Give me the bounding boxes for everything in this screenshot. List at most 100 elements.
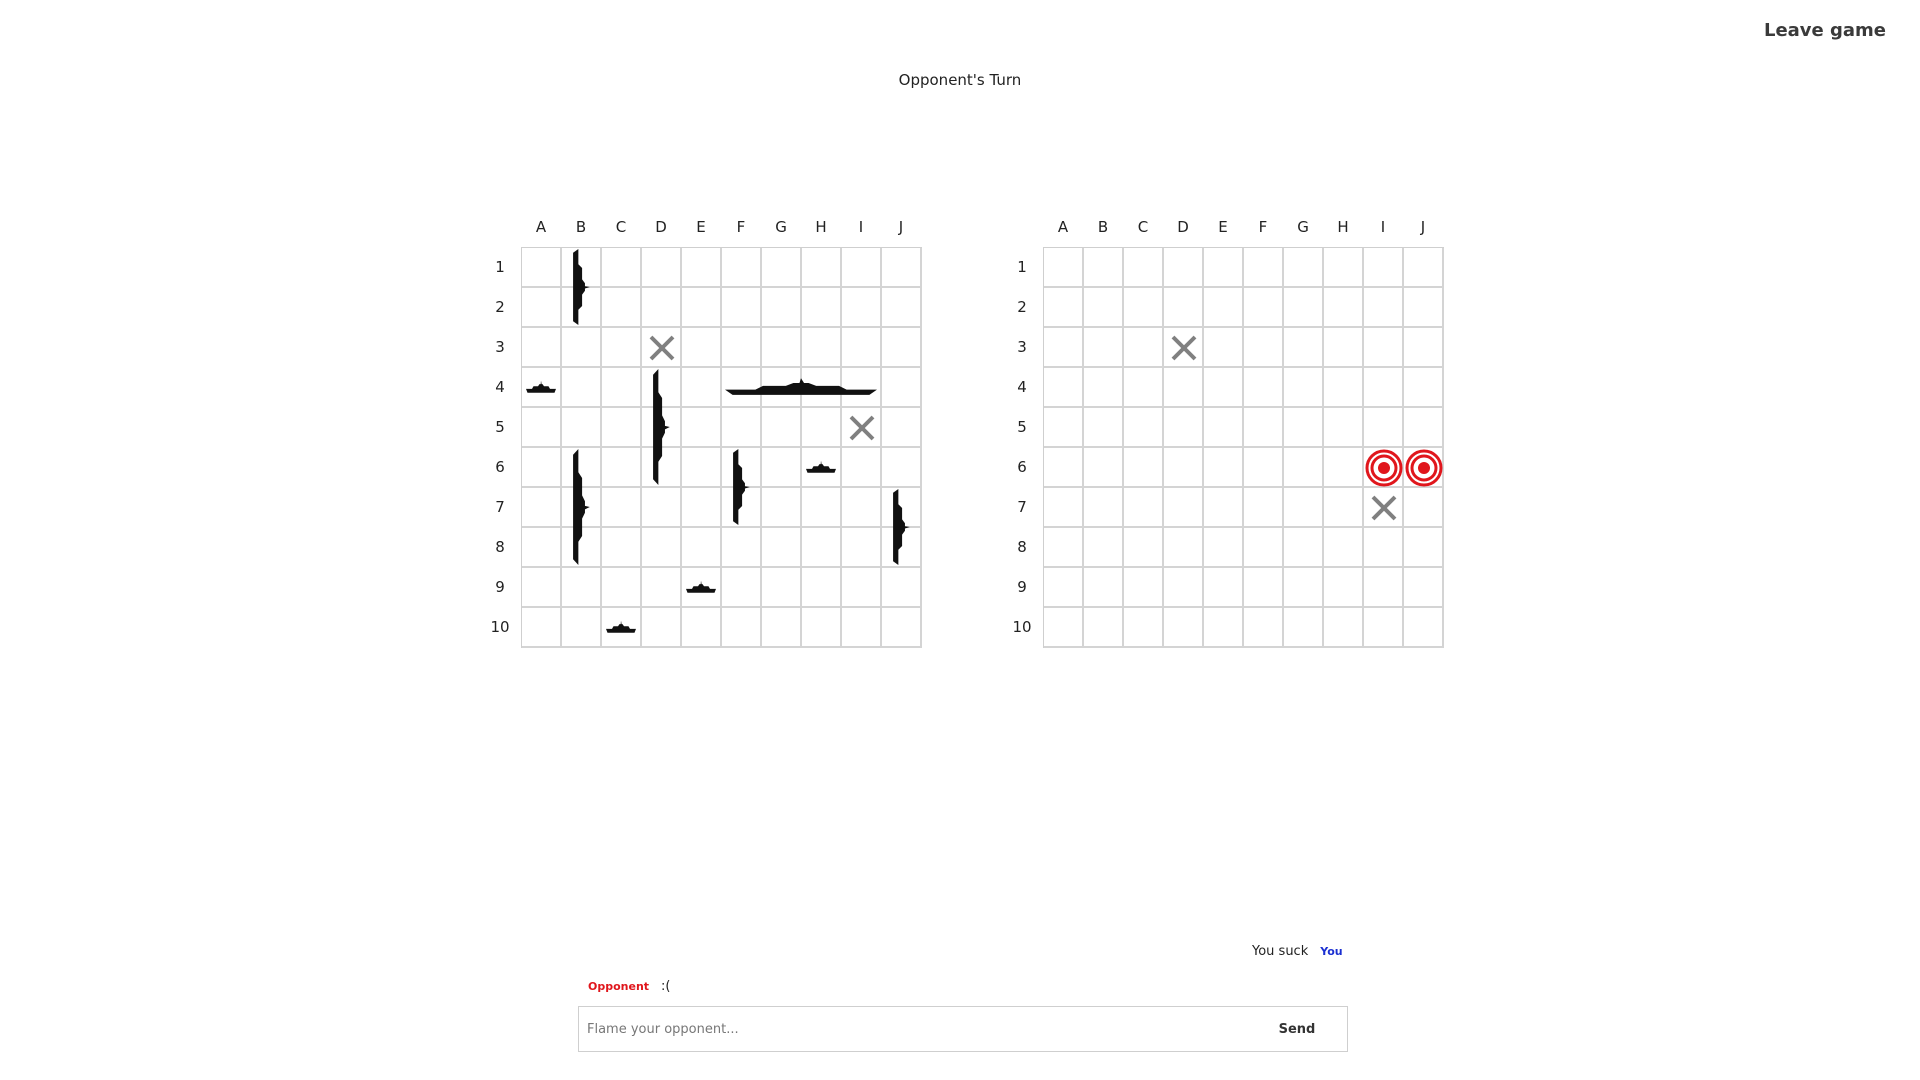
opponent-cell-d3[interactable] (1164, 328, 1204, 368)
opponent-cell-g9[interactable] (1284, 568, 1324, 608)
opponent-cell-f6[interactable] (1244, 448, 1284, 488)
opponent-cell-c8[interactable] (1124, 528, 1164, 568)
opponent-cell-b4[interactable] (1084, 368, 1124, 408)
opponent-cell-g6[interactable] (1284, 448, 1324, 488)
opponent-cell-h4[interactable] (1324, 368, 1364, 408)
opponent-cell-a2[interactable] (1044, 288, 1084, 328)
opponent-cell-j6[interactable] (1404, 448, 1444, 488)
opponent-cell-e2[interactable] (1204, 288, 1244, 328)
opponent-cell-a9[interactable] (1044, 568, 1084, 608)
opponent-cell-g8[interactable] (1284, 528, 1324, 568)
opponent-cell-j2[interactable] (1404, 288, 1444, 328)
opponent-cell-j5[interactable] (1404, 408, 1444, 448)
opponent-cell-h2[interactable] (1324, 288, 1364, 328)
opponent-cell-f3[interactable] (1244, 328, 1284, 368)
opponent-cell-b7[interactable] (1084, 488, 1124, 528)
opponent-cell-d4[interactable] (1164, 368, 1204, 408)
opponent-cell-d9[interactable] (1164, 568, 1204, 608)
opponent-cell-a6[interactable] (1044, 448, 1084, 488)
opponent-cell-g3[interactable] (1284, 328, 1324, 368)
opponent-cell-d7[interactable] (1164, 488, 1204, 528)
opponent-cell-a4[interactable] (1044, 368, 1084, 408)
opponent-cell-j10[interactable] (1404, 608, 1444, 648)
opponent-cell-h5[interactable] (1324, 408, 1364, 448)
opponent-cell-j7[interactable] (1404, 488, 1444, 528)
opponent-cell-a8[interactable] (1044, 528, 1084, 568)
opponent-cell-d2[interactable] (1164, 288, 1204, 328)
opponent-cell-a10[interactable] (1044, 608, 1084, 648)
opponent-cell-c4[interactable] (1124, 368, 1164, 408)
opponent-cell-i7[interactable] (1364, 488, 1404, 528)
opponent-cell-b2[interactable] (1084, 288, 1124, 328)
opponent-cell-b1[interactable] (1084, 248, 1124, 288)
opponent-cell-c6[interactable] (1124, 448, 1164, 488)
opponent-cell-g10[interactable] (1284, 608, 1324, 648)
opponent-cell-f9[interactable] (1244, 568, 1284, 608)
opponent-cell-i5[interactable] (1364, 408, 1404, 448)
opponent-cell-g7[interactable] (1284, 488, 1324, 528)
opponent-cell-j9[interactable] (1404, 568, 1444, 608)
opponent-cell-e8[interactable] (1204, 528, 1244, 568)
opponent-cell-c1[interactable] (1124, 248, 1164, 288)
leave-game-button[interactable]: Leave game (1758, 16, 1892, 45)
opponent-cell-c10[interactable] (1124, 608, 1164, 648)
opponent-cell-e4[interactable] (1204, 368, 1244, 408)
opponent-cell-f2[interactable] (1244, 288, 1284, 328)
opponent-cell-c5[interactable] (1124, 408, 1164, 448)
opponent-cell-e10[interactable] (1204, 608, 1244, 648)
opponent-cell-e7[interactable] (1204, 488, 1244, 528)
opponent-cell-e9[interactable] (1204, 568, 1244, 608)
opponent-cell-f4[interactable] (1244, 368, 1284, 408)
chat-input[interactable] (579, 1007, 1247, 1051)
opponent-cell-a1[interactable] (1044, 248, 1084, 288)
opponent-cell-i1[interactable] (1364, 248, 1404, 288)
opponent-cell-g1[interactable] (1284, 248, 1324, 288)
opponent-cell-j3[interactable] (1404, 328, 1444, 368)
opponent-cell-c2[interactable] (1124, 288, 1164, 328)
opponent-cell-f5[interactable] (1244, 408, 1284, 448)
opponent-cell-e5[interactable] (1204, 408, 1244, 448)
opponent-cell-a7[interactable] (1044, 488, 1084, 528)
opponent-cell-i10[interactable] (1364, 608, 1404, 648)
opponent-cell-c9[interactable] (1124, 568, 1164, 608)
opponent-cell-j4[interactable] (1404, 368, 1444, 408)
opponent-cell-j8[interactable] (1404, 528, 1444, 568)
opponent-cell-b10[interactable] (1084, 608, 1124, 648)
opponent-cell-e1[interactable] (1204, 248, 1244, 288)
opponent-cell-h6[interactable] (1324, 448, 1364, 488)
opponent-cell-f8[interactable] (1244, 528, 1284, 568)
opponent-cell-a5[interactable] (1044, 408, 1084, 448)
send-button[interactable]: Send (1247, 1007, 1347, 1051)
opponent-cell-d5[interactable] (1164, 408, 1204, 448)
opponent-cell-d1[interactable] (1164, 248, 1204, 288)
opponent-cell-f10[interactable] (1244, 608, 1284, 648)
opponent-cell-b5[interactable] (1084, 408, 1124, 448)
opponent-cell-h1[interactable] (1324, 248, 1364, 288)
opponent-cell-h3[interactable] (1324, 328, 1364, 368)
opponent-cell-i6[interactable] (1364, 448, 1404, 488)
opponent-cell-i4[interactable] (1364, 368, 1404, 408)
opponent-cell-i8[interactable] (1364, 528, 1404, 568)
opponent-cell-c7[interactable] (1124, 488, 1164, 528)
opponent-cell-b8[interactable] (1084, 528, 1124, 568)
opponent-cell-b9[interactable] (1084, 568, 1124, 608)
opponent-cell-g4[interactable] (1284, 368, 1324, 408)
opponent-cell-j1[interactable] (1404, 248, 1444, 288)
opponent-cell-h7[interactable] (1324, 488, 1364, 528)
opponent-cell-d8[interactable] (1164, 528, 1204, 568)
opponent-cell-b6[interactable] (1084, 448, 1124, 488)
opponent-cell-g5[interactable] (1284, 408, 1324, 448)
opponent-cell-i2[interactable] (1364, 288, 1404, 328)
opponent-cell-i3[interactable] (1364, 328, 1404, 368)
opponent-cell-h9[interactable] (1324, 568, 1364, 608)
opponent-cell-h8[interactable] (1324, 528, 1364, 568)
opponent-cell-a3[interactable] (1044, 328, 1084, 368)
opponent-cell-b3[interactable] (1084, 328, 1124, 368)
opponent-cell-d10[interactable] (1164, 608, 1204, 648)
opponent-cell-e6[interactable] (1204, 448, 1244, 488)
opponent-cell-f1[interactable] (1244, 248, 1284, 288)
opponent-cell-c3[interactable] (1124, 328, 1164, 368)
opponent-cell-e3[interactable] (1204, 328, 1244, 368)
opponent-cell-g2[interactable] (1284, 288, 1324, 328)
opponent-cell-d6[interactable] (1164, 448, 1204, 488)
